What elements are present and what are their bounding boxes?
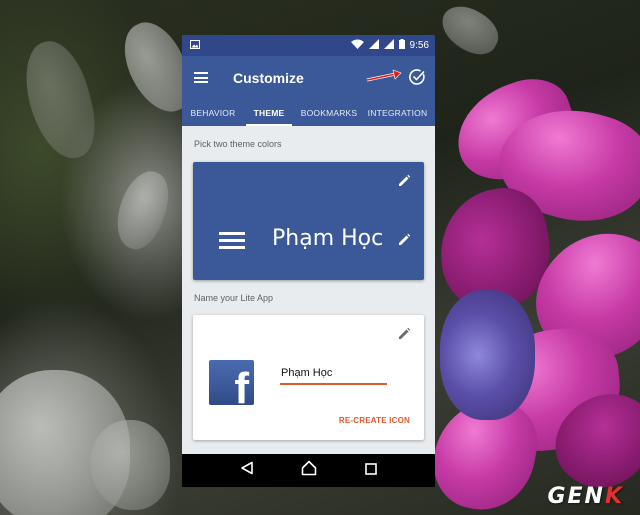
app-name-input[interactable]	[280, 365, 387, 385]
pencil-icon[interactable]	[397, 327, 411, 341]
square-recents-icon[interactable]	[365, 462, 377, 480]
pencil-icon[interactable]	[397, 233, 411, 247]
tab-behavior[interactable]: BEHAVIOR	[184, 99, 242, 126]
tab-theme[interactable]: THEME	[242, 99, 296, 126]
menu-icon-preview	[219, 232, 245, 249]
signal-icon-2	[383, 39, 394, 52]
pencil-icon[interactable]	[397, 174, 411, 188]
wifi-icon	[350, 39, 364, 52]
app-name-card: f RE-CREATE ICON	[193, 315, 424, 440]
navigation-bar	[182, 454, 435, 487]
app-bar: Customize	[182, 56, 435, 99]
circle-home-icon[interactable]	[301, 460, 317, 481]
image-notification-icon	[190, 39, 200, 52]
check-circle-icon[interactable]	[408, 68, 426, 86]
triangle-back-icon[interactable]	[240, 461, 254, 480]
content-area: Pick two theme colors Phạm Học Name your…	[182, 126, 435, 440]
tab-integration[interactable]: INTEGRATION	[362, 99, 433, 126]
theme-preview-card: Phạm Học	[193, 162, 424, 280]
name-section-label: Name your Lite App	[194, 292, 274, 303]
tab-bookmarks[interactable]: BOOKMARKS	[296, 99, 362, 126]
theme-app-name: Phạm Học	[272, 226, 384, 251]
watermark-logo: GENK	[547, 484, 624, 509]
recreate-icon-button[interactable]: RE-CREATE ICON	[339, 416, 410, 425]
annotation-arrow-icon	[366, 69, 402, 88]
status-time: 9:56	[409, 40, 429, 51]
status-bar: 9:56	[182, 35, 435, 56]
tab-bar: BEHAVIOR THEME BOOKMARKS INTEGRATION	[182, 99, 435, 126]
battery-icon	[398, 39, 405, 52]
menu-icon[interactable]	[194, 72, 208, 83]
signal-icon	[368, 39, 379, 52]
facebook-logo-icon[interactable]: f	[209, 360, 254, 405]
theme-section-label: Pick two theme colors	[194, 139, 282, 149]
page-title: Customize	[233, 69, 304, 86]
phone-screen: 9:56 Customize BEHAVIOR THEME BOOKMARKS …	[182, 35, 435, 487]
